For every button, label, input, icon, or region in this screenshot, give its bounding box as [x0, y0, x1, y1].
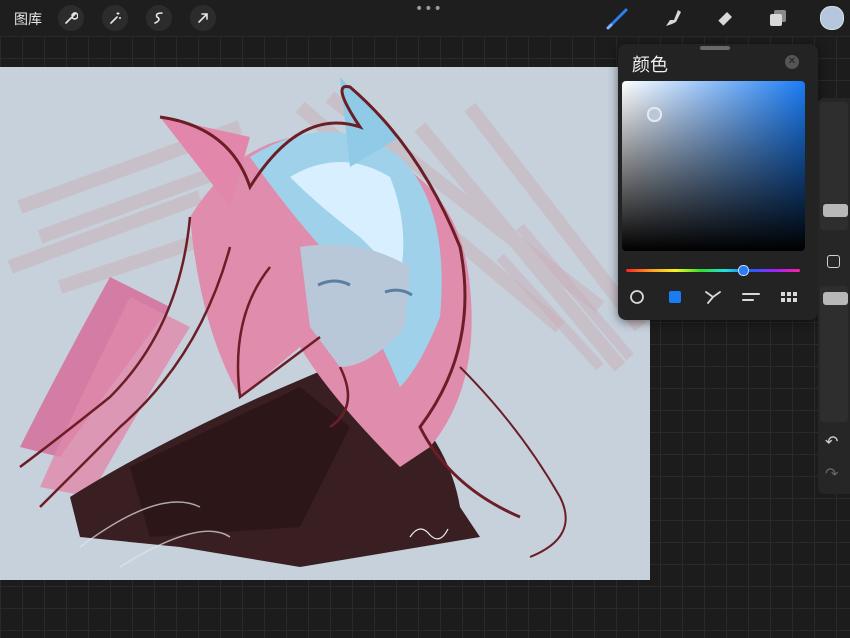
panel-title: 颜色: [632, 55, 668, 76]
brush-size-thumb[interactable]: [823, 204, 848, 217]
palettes-icon[interactable]: [778, 288, 800, 306]
eraser-icon[interactable]: [711, 5, 739, 31]
saturation-brightness-picker[interactable]: [622, 81, 805, 251]
magic-wand-icon[interactable]: [102, 5, 128, 31]
more-options-icon[interactable]: •••: [415, 1, 443, 17]
undo-icon[interactable]: ↶: [825, 432, 838, 451]
classic-icon[interactable]: [664, 288, 686, 306]
transform-arrow-icon[interactable]: [190, 5, 216, 31]
harmony-icon[interactable]: [702, 288, 724, 306]
brush-icon[interactable]: [604, 5, 632, 31]
top-toolbar: 图库 •••: [0, 0, 850, 36]
opacity-slider[interactable]: [820, 286, 848, 422]
artwork-illustration: [7, 77, 646, 568]
opacity-thumb[interactable]: [823, 292, 848, 305]
redo-icon[interactable]: ↷: [825, 464, 838, 483]
color-panel: 颜色 ✕: [618, 44, 818, 320]
smudge-icon[interactable]: [658, 5, 686, 31]
color-picker-knob[interactable]: [647, 107, 662, 122]
close-icon[interactable]: ✕: [785, 55, 799, 69]
wrench-icon[interactable]: [58, 5, 84, 31]
color-swatch-button[interactable]: [820, 6, 844, 30]
gallery-button[interactable]: 图库: [14, 9, 42, 29]
hue-slider[interactable]: [626, 269, 800, 272]
modify-button[interactable]: [827, 255, 840, 268]
disc-icon[interactable]: [626, 288, 648, 306]
panel-drag-handle[interactable]: [700, 46, 730, 50]
artwork-canvas[interactable]: [0, 67, 650, 580]
hue-slider-knob[interactable]: [738, 265, 749, 276]
layers-icon[interactable]: [764, 5, 792, 31]
value-icon[interactable]: [740, 288, 762, 306]
brush-size-slider[interactable]: [820, 102, 848, 230]
sidebar: ↶ ↷: [818, 98, 850, 494]
selection-icon[interactable]: [146, 5, 172, 31]
